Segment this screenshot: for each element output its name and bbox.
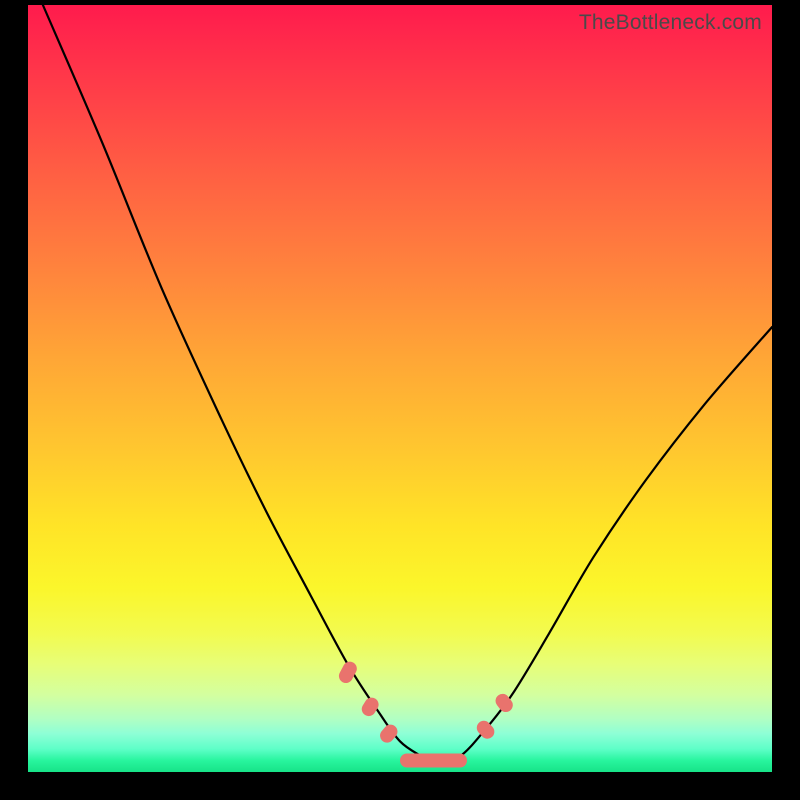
chart-frame: TheBottleneck.com bbox=[0, 0, 800, 800]
left-mark-3 bbox=[377, 722, 400, 746]
curve-layer bbox=[28, 5, 772, 772]
plot-area: TheBottleneck.com bbox=[28, 5, 772, 772]
left-mark-2 bbox=[359, 695, 381, 719]
left-mark-1 bbox=[336, 659, 359, 685]
bottom-flat bbox=[400, 754, 467, 768]
left-curve bbox=[43, 5, 437, 764]
marker-capsules bbox=[336, 659, 515, 767]
right-curve bbox=[437, 327, 772, 764]
